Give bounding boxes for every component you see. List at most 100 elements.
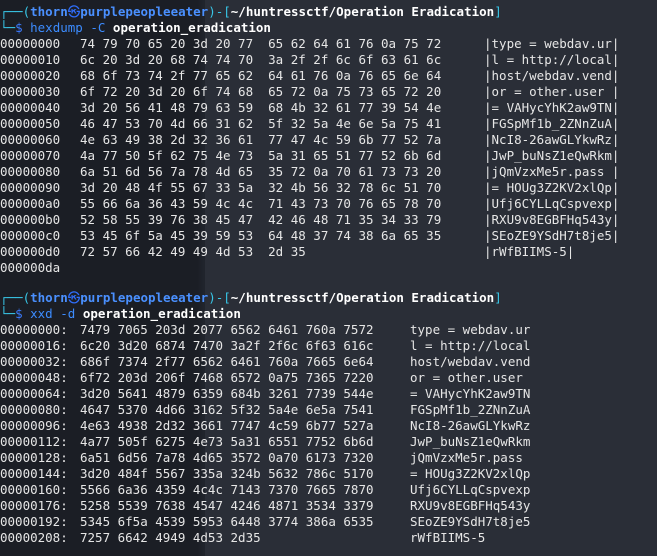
dump-row: 00000080 6a 51 6d 56 7a 78 4d 65 35 72 0a…	[0, 164, 657, 180]
prompt-header-2: ┌──(thorn㉿purplepeopleeater)-[~/huntress…	[0, 290, 657, 306]
row-hex-bytes: 5258 5539 7638 4547 4246 4871 3534 3379	[80, 498, 374, 513]
command-name: xxd	[30, 306, 53, 321]
terminal-window[interactable]: ┌──(thorn㉿purplepeopleeater)-[~/huntress…	[0, 0, 657, 556]
row-hex-bytes: 4a 77 50 5f 62 75 4e 73 5a 31 65 51 77 5…	[80, 148, 442, 163]
row-offset: 000000a0	[0, 196, 61, 211]
row-ascii: = HOUg3Z2KV2xlQp	[410, 466, 531, 481]
row-offset: 00000040	[0, 100, 61, 115]
dump-row: 00000040 3d 20 56 41 48 79 63 59 68 4b 32…	[0, 100, 657, 116]
dump-row: 00000080: 4647 5370 4d66 3162 5f32 5a4e 6…	[0, 402, 657, 418]
row-hex-bytes: 68 6f 73 74 2f 77 65 62 64 61 76 0a 76 6…	[80, 68, 442, 83]
row-hex-bytes: 4e 63 49 38 2d 32 36 61 77 47 4c 59 6b 7…	[80, 132, 442, 147]
dump-row: 00000128: 6a51 6d56 7a78 4d65 3572 0a70 6…	[0, 450, 657, 466]
dump-row: 00000016: 6c20 3d20 6874 7470 3a2f 2f6c 6…	[0, 338, 657, 354]
dump-row: 00000020 68 6f 73 74 2f 77 65 62 64 61 76…	[0, 68, 657, 84]
row-offset: 00000030	[0, 84, 61, 99]
row-ascii: |host/webdav.vend|	[484, 68, 620, 83]
row-offset: 00000160:	[0, 482, 68, 497]
dump-row: 00000192: 5345 6f5a 4539 5953 6448 3774 3…	[0, 514, 657, 530]
row-offset: 000000d0	[0, 244, 61, 259]
dump-row: 000000c0 53 45 6f 5a 45 39 59 53 64 48 37…	[0, 228, 657, 244]
row-ascii: |= HOUg3Z2KV2xlQp|	[484, 180, 620, 195]
prompt-lower-bracket: └─	[0, 306, 16, 321]
row-ascii: = VAHycYhK2aw9TN	[410, 386, 531, 401]
row-ascii: |rWfBIIMS-5|	[484, 244, 575, 259]
row-ascii: |FGSpMf1b_2ZNnZuA|	[484, 116, 620, 131]
prompt-host: purplepeopleeater	[80, 4, 209, 19]
row-hex-bytes: 72 57 66 42 49 49 4d 53 2d 35	[80, 244, 306, 259]
row-hex-bytes: 5566 6a36 4359 4c4c 7143 7370 7665 7870	[80, 482, 374, 497]
row-hex-bytes: 55 66 6a 36 43 59 4c 4c 71 43 73 70 76 6…	[80, 196, 442, 211]
hexdump-output: 00000000 74 79 70 65 20 3d 20 77 65 62 64…	[0, 36, 657, 276]
prompt-path: ~/huntressctf/Operation Eradication	[230, 4, 495, 19]
row-hex-bytes: 3d 20 48 4f 55 67 33 5a 32 4b 56 32 78 6…	[80, 180, 442, 195]
dump-row: 000000d0 72 57 66 42 49 49 4d 53 2d 35 |rW…	[0, 244, 657, 260]
prompt-dollar: $	[15, 306, 31, 321]
row-offset: 00000144:	[0, 466, 68, 481]
row-hex-bytes: 6a51 6d56 7a78 4d65 3572 0a70 6173 7320	[80, 450, 374, 465]
row-ascii: |JwP_buNsZ1eQwRkm|	[484, 148, 620, 163]
dump-row: 00000060 4e 63 49 38 2d 32 36 61 77 47 4c…	[0, 132, 657, 148]
row-hex-bytes: 74 79 70 65 20 3d 20 77 65 62 64 61 76 0…	[80, 36, 442, 51]
row-ascii: RXU9v8EGBFHq543y	[410, 498, 531, 513]
row-ascii: |l = http://local|	[484, 52, 620, 67]
prompt-bracket-open: ┌──(	[0, 290, 31, 305]
row-offset: 00000032:	[0, 354, 68, 369]
row-offset: 00000020	[0, 68, 61, 83]
row-offset: 00000096:	[0, 418, 68, 433]
prompt-bracket-close: ]	[494, 290, 502, 305]
dump-row: 00000090 3d 20 48 4f 55 67 33 5a 32 4b 56…	[0, 180, 657, 196]
row-hex-bytes: 3d 20 56 41 48 79 63 59 68 4b 32 61 77 3…	[80, 100, 442, 115]
row-offset: 00000050	[0, 116, 61, 131]
row-ascii: |type = webdav.ur|	[484, 36, 620, 51]
dump-row: 00000112: 4a77 505f 6275 4e73 5a31 6551 7…	[0, 434, 657, 450]
row-hex-bytes: 6c 20 3d 20 68 74 74 70 3a 2f 2f 6c 6f 6…	[80, 52, 442, 67]
row-offset: 00000080:	[0, 402, 68, 417]
row-hex-bytes: 5345 6f5a 4539 5953 6448 3774 386a 6535	[80, 514, 374, 529]
row-ascii: jQmVzxMe5r.pass	[410, 450, 531, 465]
row-hex-bytes: 3d20 484f 5567 335a 324b 5632 786c 5170	[80, 466, 374, 481]
dump-row: 00000048: 6f72 203d 206f 7468 6572 0a75 7…	[0, 370, 657, 386]
row-offset: 00000048:	[0, 370, 68, 385]
row-hex-bytes: 686f 7374 2f77 6562 6461 760a 7665 6e64	[80, 354, 374, 369]
xxd-output: 00000000: 7479 7065 203d 2077 6562 6461 7…	[0, 322, 657, 546]
row-ascii: |jQmVzxMe5r.pass |	[484, 164, 620, 179]
command-name: hexdump	[30, 20, 83, 35]
row-offset: 00000128:	[0, 450, 68, 465]
row-offset: 00000070	[0, 148, 61, 163]
row-hex-bytes: 4a77 505f 6275 4e73 5a31 6551 7752 6b6d	[80, 434, 374, 449]
row-offset: 00000192:	[0, 514, 68, 529]
row-offset: 00000080	[0, 164, 61, 179]
row-offset: 000000b0	[0, 212, 61, 227]
command-flag: -d	[52, 306, 83, 321]
prompt-separator: )-[	[208, 4, 231, 19]
row-ascii: SEoZE9YSdH7t8je5	[410, 514, 531, 529]
dump-row: 000000a0 55 66 6a 36 43 59 4c 4c 71 43 73…	[0, 196, 657, 212]
dump-row: 00000070 4a 77 50 5f 62 75 4e 73 5a 31 65…	[0, 148, 657, 164]
prompt-dollar: $	[15, 20, 31, 35]
row-ascii: rWfBIIMS-5	[410, 530, 486, 545]
dump-row: 00000030 6f 72 20 3d 20 6f 74 68 65 72 0a…	[0, 84, 657, 100]
dump-row: 00000144: 3d20 484f 5567 335a 324b 5632 7…	[0, 466, 657, 482]
row-hex-bytes: 6c20 3d20 6874 7470 3a2f 2f6c 6f63 616c	[80, 338, 374, 353]
row-offset: 00000112:	[0, 434, 68, 449]
row-hex-bytes: 4647 5370 4d66 3162 5f32 5a4e 6e5a 7541	[80, 402, 374, 417]
row-hex-bytes: 7479 7065 203d 2077 6562 6461 760a 7572	[80, 322, 374, 337]
prompt-bracket-open: ┌──(	[0, 4, 31, 19]
row-hex-bytes: 53 45 6f 5a 45 39 59 53 64 48 37 74 38 6…	[80, 228, 442, 243]
row-ascii: host/webdav.vend	[410, 354, 531, 369]
terminal-output: ┌──(thorn㉿purplepeopleeater)-[~/huntress…	[0, 4, 657, 546]
row-offset: 00000176:	[0, 498, 68, 513]
prompt-header-1: ┌──(thorn㉿purplepeopleeater)-[~/huntress…	[0, 4, 657, 20]
dump-row: 00000050 46 47 53 70 4d 66 31 62 5f 32 5a…	[0, 116, 657, 132]
prompt-separator: )-[	[208, 290, 231, 305]
row-hex-bytes: 6a 51 6d 56 7a 78 4d 65 35 72 0a 70 61 7…	[80, 164, 442, 179]
dump-row: 00000000 74 79 70 65 20 3d 20 77 65 62 64…	[0, 36, 657, 52]
prompt-bracket-close: ]	[494, 4, 502, 19]
row-ascii: |or = other.user |	[484, 84, 620, 99]
row-hex-bytes: 46 47 53 70 4d 66 31 62 5f 32 5a 4e 6e 5…	[80, 116, 442, 131]
dump-row: 00000032: 686f 7374 2f77 6562 6461 760a 7…	[0, 354, 657, 370]
row-hex-bytes: 3d20 5641 4879 6359 684b 3261 7739 544e	[80, 386, 374, 401]
command-flag: -C	[82, 20, 113, 35]
prompt-path: ~/huntressctf/Operation Eradication	[230, 290, 495, 305]
